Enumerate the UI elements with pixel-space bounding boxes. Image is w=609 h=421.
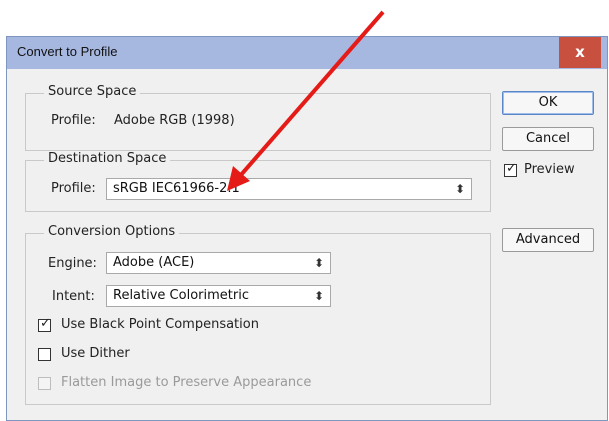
destination-space-legend: Destination Space — [44, 151, 171, 166]
source-space-group: Source Space Profile: Adobe RGB (1998) — [25, 84, 491, 151]
intent-select[interactable]: Relative Colorimetric ⬍ — [106, 285, 331, 307]
dither-label[interactable]: Use Dither — [61, 346, 130, 361]
conversion-options-legend: Conversion Options — [44, 224, 180, 239]
dialog-title: Convert to Profile — [17, 44, 118, 59]
advanced-button[interactable]: Advanced — [502, 228, 594, 252]
checkmark-icon: ✓ — [40, 316, 51, 331]
flatten-checkbox — [38, 377, 51, 390]
ok-button[interactable]: OK — [502, 91, 594, 115]
black-point-checkbox[interactable]: ✓ — [38, 316, 51, 332]
intent-value: Relative Colorimetric — [113, 288, 249, 303]
select-arrows-icon: ⬍ — [313, 289, 324, 303]
source-profile-value: Adobe RGB (1998) — [114, 113, 235, 128]
black-point-label[interactable]: Use Black Point Compensation — [61, 317, 259, 332]
engine-select[interactable]: Adobe (ACE) ⬍ — [106, 252, 331, 274]
preview-label[interactable]: Preview — [524, 162, 575, 177]
dither-checkbox[interactable] — [38, 348, 51, 361]
preview-checkbox[interactable]: ✓ — [504, 161, 517, 177]
checkmark-icon: ✓ — [506, 161, 517, 176]
destination-profile-select[interactable]: sRGB IEC61966-2.1 ⬍ — [106, 178, 472, 200]
title-bar: Convert to Profile x — [7, 37, 607, 69]
flatten-label: Flatten Image to Preserve Appearance — [61, 375, 312, 390]
destination-profile-value: sRGB IEC61966-2.1 — [113, 181, 240, 196]
cancel-button[interactable]: Cancel — [502, 127, 594, 151]
conversion-options-group: Conversion Options Engine: Adobe (ACE) ⬍… — [25, 224, 491, 405]
convert-to-profile-dialog: Convert to Profile x Source Space Profil… — [6, 36, 608, 421]
destination-profile-label: Profile: — [51, 181, 96, 196]
destination-space-group: Destination Space Profile: sRGB IEC61966… — [25, 151, 491, 212]
select-arrows-icon: ⬍ — [454, 182, 465, 196]
close-button[interactable]: x — [559, 37, 601, 68]
source-profile-label: Profile: — [51, 113, 96, 128]
engine-value: Adobe (ACE) — [113, 255, 195, 270]
select-arrows-icon: ⬍ — [313, 256, 324, 270]
engine-label: Engine: — [48, 256, 97, 271]
intent-label: Intent: — [52, 289, 95, 304]
source-space-legend: Source Space — [44, 84, 141, 99]
